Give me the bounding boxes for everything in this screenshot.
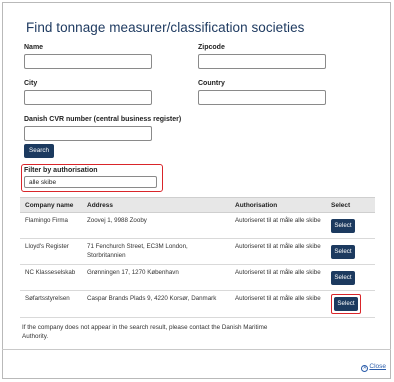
city-label: City [24, 80, 38, 87]
cell-address: Zoovej 1, 9988 Zooby [82, 212, 230, 239]
not-found-notice: If the company does not appear in the se… [22, 324, 268, 340]
cell-authorisation: Autoriseret til at måle alle skibe [230, 290, 326, 318]
table-row: NC Klasseselskab Grønningen 17, 1270 Køb… [20, 264, 375, 291]
select-button[interactable]: Select [331, 244, 355, 259]
footer-divider [2, 349, 391, 350]
filter-label: Filter by authorisation [24, 167, 98, 174]
close-label: Close [369, 363, 386, 370]
select-highlight: Select [331, 294, 361, 314]
header-company-name: Company name [20, 197, 82, 213]
filter-highlight: Filter by authorisation [21, 164, 163, 192]
country-input[interactable] [198, 90, 326, 105]
cell-company: Søfartsstyrelsen [20, 290, 82, 318]
cell-authorisation: Autoriseret til at måle alle skibe [230, 238, 326, 265]
table-row: Søfartsstyrelsen Caspar Brands Plads 9, … [20, 290, 375, 318]
cell-company: NC Klasseselskab [20, 264, 82, 291]
header-select: Select [326, 197, 375, 213]
cvr-input[interactable] [24, 126, 152, 141]
cell-address: Grønningen 17, 1270 København [82, 264, 230, 291]
cell-select: Select [326, 264, 375, 291]
select-button[interactable]: Select [334, 297, 358, 311]
table-row: Flamingo Firma Zoovej 1, 9988 Zooby Auto… [20, 212, 375, 239]
header-address: Address [82, 197, 230, 213]
country-label: Country [198, 80, 225, 87]
cell-address: Caspar Brands Plads 9, 4220 Korsør, Danm… [82, 290, 230, 318]
zipcode-input[interactable] [198, 54, 326, 69]
cell-company: Lloyd's Register [20, 238, 82, 265]
cvr-label: Danish CVR number (central business regi… [24, 116, 182, 123]
cell-select: Select [326, 290, 375, 318]
search-button[interactable]: Search [24, 144, 54, 158]
name-input[interactable] [24, 54, 152, 69]
cell-company: Flamingo Firma [20, 212, 82, 239]
cell-select: Select [326, 212, 375, 239]
cell-authorisation: Autoriseret til at måle alle skibe [230, 212, 326, 239]
cell-authorisation: Autoriseret til at måle alle skibe [230, 264, 326, 291]
select-button[interactable]: Select [331, 270, 355, 285]
table-header-row: Company name Address Authorisation Selec… [20, 197, 375, 213]
table-row: Lloyd's Register 71 Fenchurch Street, EC… [20, 238, 375, 265]
cell-select: Select [326, 238, 375, 265]
results-table: Company name Address Authorisation Selec… [20, 197, 375, 318]
cell-address: 71 Fenchurch Street, EC3M London, Storbr… [82, 238, 230, 265]
city-input[interactable] [24, 90, 152, 105]
close-circle-icon: ✕ [361, 365, 369, 372]
header-authorisation: Authorisation [230, 197, 326, 213]
close-link[interactable]: ✕ Close [361, 363, 386, 372]
name-label: Name [24, 44, 44, 51]
dialog-title: Find tonnage measurer/classification soc… [26, 20, 305, 35]
select-button[interactable]: Select [331, 218, 355, 233]
zipcode-label: Zipcode [198, 44, 225, 51]
filter-input[interactable] [24, 176, 157, 188]
